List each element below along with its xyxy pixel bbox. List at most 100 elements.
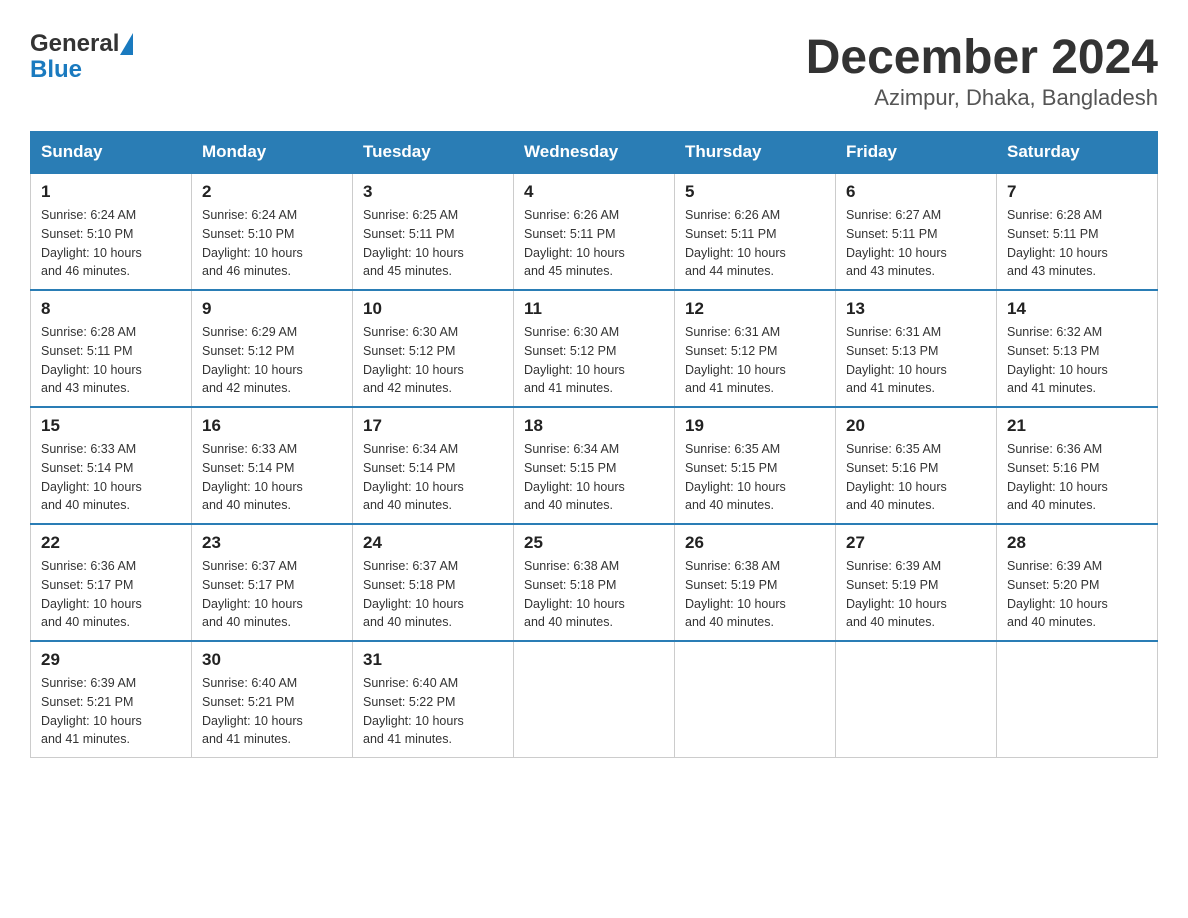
calendar-cell: 3 Sunrise: 6:25 AM Sunset: 5:11 PM Dayli…	[353, 173, 514, 290]
day-info: Sunrise: 6:31 AM Sunset: 5:12 PM Dayligh…	[685, 323, 825, 398]
calendar-subtitle: Azimpur, Dhaka, Bangladesh	[806, 85, 1158, 111]
weekday-header-wednesday: Wednesday	[514, 132, 675, 174]
day-number: 16	[202, 416, 342, 436]
calendar-cell: 5 Sunrise: 6:26 AM Sunset: 5:11 PM Dayli…	[675, 173, 836, 290]
title-section: December 2024 Azimpur, Dhaka, Bangladesh	[806, 30, 1158, 111]
calendar-table: SundayMondayTuesdayWednesdayThursdayFrid…	[30, 131, 1158, 758]
day-number: 1	[41, 182, 181, 202]
day-info: Sunrise: 6:34 AM Sunset: 5:14 PM Dayligh…	[363, 440, 503, 515]
day-info: Sunrise: 6:33 AM Sunset: 5:14 PM Dayligh…	[202, 440, 342, 515]
day-info: Sunrise: 6:26 AM Sunset: 5:11 PM Dayligh…	[524, 206, 664, 281]
day-info: Sunrise: 6:39 AM Sunset: 5:20 PM Dayligh…	[1007, 557, 1147, 632]
day-info: Sunrise: 6:36 AM Sunset: 5:17 PM Dayligh…	[41, 557, 181, 632]
day-number: 2	[202, 182, 342, 202]
day-number: 22	[41, 533, 181, 553]
calendar-cell: 20 Sunrise: 6:35 AM Sunset: 5:16 PM Dayl…	[836, 407, 997, 524]
calendar-cell: 2 Sunrise: 6:24 AM Sunset: 5:10 PM Dayli…	[192, 173, 353, 290]
day-info: Sunrise: 6:34 AM Sunset: 5:15 PM Dayligh…	[524, 440, 664, 515]
day-number: 11	[524, 299, 664, 319]
day-info: Sunrise: 6:37 AM Sunset: 5:17 PM Dayligh…	[202, 557, 342, 632]
calendar-cell	[836, 641, 997, 758]
calendar-cell: 15 Sunrise: 6:33 AM Sunset: 5:14 PM Dayl…	[31, 407, 192, 524]
day-number: 7	[1007, 182, 1147, 202]
calendar-cell: 12 Sunrise: 6:31 AM Sunset: 5:12 PM Dayl…	[675, 290, 836, 407]
day-info: Sunrise: 6:38 AM Sunset: 5:19 PM Dayligh…	[685, 557, 825, 632]
day-number: 14	[1007, 299, 1147, 319]
calendar-cell: 9 Sunrise: 6:29 AM Sunset: 5:12 PM Dayli…	[192, 290, 353, 407]
calendar-cell: 10 Sunrise: 6:30 AM Sunset: 5:12 PM Dayl…	[353, 290, 514, 407]
day-number: 30	[202, 650, 342, 670]
calendar-cell: 8 Sunrise: 6:28 AM Sunset: 5:11 PM Dayli…	[31, 290, 192, 407]
logo-blue-text: Blue	[30, 56, 82, 84]
calendar-cell: 16 Sunrise: 6:33 AM Sunset: 5:14 PM Dayl…	[192, 407, 353, 524]
day-info: Sunrise: 6:39 AM Sunset: 5:21 PM Dayligh…	[41, 674, 181, 749]
week-row-2: 8 Sunrise: 6:28 AM Sunset: 5:11 PM Dayli…	[31, 290, 1158, 407]
calendar-cell: 28 Sunrise: 6:39 AM Sunset: 5:20 PM Dayl…	[997, 524, 1158, 641]
calendar-cell: 14 Sunrise: 6:32 AM Sunset: 5:13 PM Dayl…	[997, 290, 1158, 407]
calendar-cell: 22 Sunrise: 6:36 AM Sunset: 5:17 PM Dayl…	[31, 524, 192, 641]
day-info: Sunrise: 6:39 AM Sunset: 5:19 PM Dayligh…	[846, 557, 986, 632]
logo-general-text: General	[30, 30, 119, 58]
day-number: 13	[846, 299, 986, 319]
calendar-cell: 19 Sunrise: 6:35 AM Sunset: 5:15 PM Dayl…	[675, 407, 836, 524]
calendar-cell: 7 Sunrise: 6:28 AM Sunset: 5:11 PM Dayli…	[997, 173, 1158, 290]
logo-line1: General	[30, 30, 133, 58]
weekday-header-saturday: Saturday	[997, 132, 1158, 174]
day-number: 10	[363, 299, 503, 319]
calendar-cell: 26 Sunrise: 6:38 AM Sunset: 5:19 PM Dayl…	[675, 524, 836, 641]
day-info: Sunrise: 6:35 AM Sunset: 5:16 PM Dayligh…	[846, 440, 986, 515]
logo: General Blue	[30, 30, 133, 84]
calendar-cell: 17 Sunrise: 6:34 AM Sunset: 5:14 PM Dayl…	[353, 407, 514, 524]
day-number: 26	[685, 533, 825, 553]
day-info: Sunrise: 6:28 AM Sunset: 5:11 PM Dayligh…	[1007, 206, 1147, 281]
calendar-cell: 4 Sunrise: 6:26 AM Sunset: 5:11 PM Dayli…	[514, 173, 675, 290]
day-number: 15	[41, 416, 181, 436]
day-number: 31	[363, 650, 503, 670]
day-number: 4	[524, 182, 664, 202]
weekday-header-tuesday: Tuesday	[353, 132, 514, 174]
day-info: Sunrise: 6:35 AM Sunset: 5:15 PM Dayligh…	[685, 440, 825, 515]
day-info: Sunrise: 6:24 AM Sunset: 5:10 PM Dayligh…	[41, 206, 181, 281]
day-info: Sunrise: 6:37 AM Sunset: 5:18 PM Dayligh…	[363, 557, 503, 632]
day-info: Sunrise: 6:27 AM Sunset: 5:11 PM Dayligh…	[846, 206, 986, 281]
calendar-cell: 23 Sunrise: 6:37 AM Sunset: 5:17 PM Dayl…	[192, 524, 353, 641]
day-number: 12	[685, 299, 825, 319]
calendar-cell: 30 Sunrise: 6:40 AM Sunset: 5:21 PM Dayl…	[192, 641, 353, 758]
day-info: Sunrise: 6:40 AM Sunset: 5:22 PM Dayligh…	[363, 674, 503, 749]
week-row-4: 22 Sunrise: 6:36 AM Sunset: 5:17 PM Dayl…	[31, 524, 1158, 641]
day-number: 23	[202, 533, 342, 553]
week-row-5: 29 Sunrise: 6:39 AM Sunset: 5:21 PM Dayl…	[31, 641, 1158, 758]
day-info: Sunrise: 6:31 AM Sunset: 5:13 PM Dayligh…	[846, 323, 986, 398]
weekday-header-thursday: Thursday	[675, 132, 836, 174]
day-number: 17	[363, 416, 503, 436]
calendar-cell: 31 Sunrise: 6:40 AM Sunset: 5:22 PM Dayl…	[353, 641, 514, 758]
weekday-header-monday: Monday	[192, 132, 353, 174]
calendar-cell: 13 Sunrise: 6:31 AM Sunset: 5:13 PM Dayl…	[836, 290, 997, 407]
calendar-cell: 27 Sunrise: 6:39 AM Sunset: 5:19 PM Dayl…	[836, 524, 997, 641]
day-info: Sunrise: 6:40 AM Sunset: 5:21 PM Dayligh…	[202, 674, 342, 749]
week-row-1: 1 Sunrise: 6:24 AM Sunset: 5:10 PM Dayli…	[31, 173, 1158, 290]
calendar-cell	[514, 641, 675, 758]
day-number: 21	[1007, 416, 1147, 436]
day-number: 20	[846, 416, 986, 436]
day-number: 28	[1007, 533, 1147, 553]
day-info: Sunrise: 6:36 AM Sunset: 5:16 PM Dayligh…	[1007, 440, 1147, 515]
calendar-cell: 1 Sunrise: 6:24 AM Sunset: 5:10 PM Dayli…	[31, 173, 192, 290]
day-number: 27	[846, 533, 986, 553]
weekday-header-friday: Friday	[836, 132, 997, 174]
day-number: 29	[41, 650, 181, 670]
weekday-header-sunday: Sunday	[31, 132, 192, 174]
day-number: 8	[41, 299, 181, 319]
day-info: Sunrise: 6:26 AM Sunset: 5:11 PM Dayligh…	[685, 206, 825, 281]
day-number: 18	[524, 416, 664, 436]
day-info: Sunrise: 6:38 AM Sunset: 5:18 PM Dayligh…	[524, 557, 664, 632]
day-info: Sunrise: 6:24 AM Sunset: 5:10 PM Dayligh…	[202, 206, 342, 281]
day-number: 3	[363, 182, 503, 202]
day-info: Sunrise: 6:25 AM Sunset: 5:11 PM Dayligh…	[363, 206, 503, 281]
calendar-cell: 24 Sunrise: 6:37 AM Sunset: 5:18 PM Dayl…	[353, 524, 514, 641]
calendar-cell: 29 Sunrise: 6:39 AM Sunset: 5:21 PM Dayl…	[31, 641, 192, 758]
page-header: General Blue December 2024 Azimpur, Dhak…	[20, 20, 1168, 111]
calendar-cell: 18 Sunrise: 6:34 AM Sunset: 5:15 PM Dayl…	[514, 407, 675, 524]
calendar-cell: 25 Sunrise: 6:38 AM Sunset: 5:18 PM Dayl…	[514, 524, 675, 641]
day-number: 24	[363, 533, 503, 553]
